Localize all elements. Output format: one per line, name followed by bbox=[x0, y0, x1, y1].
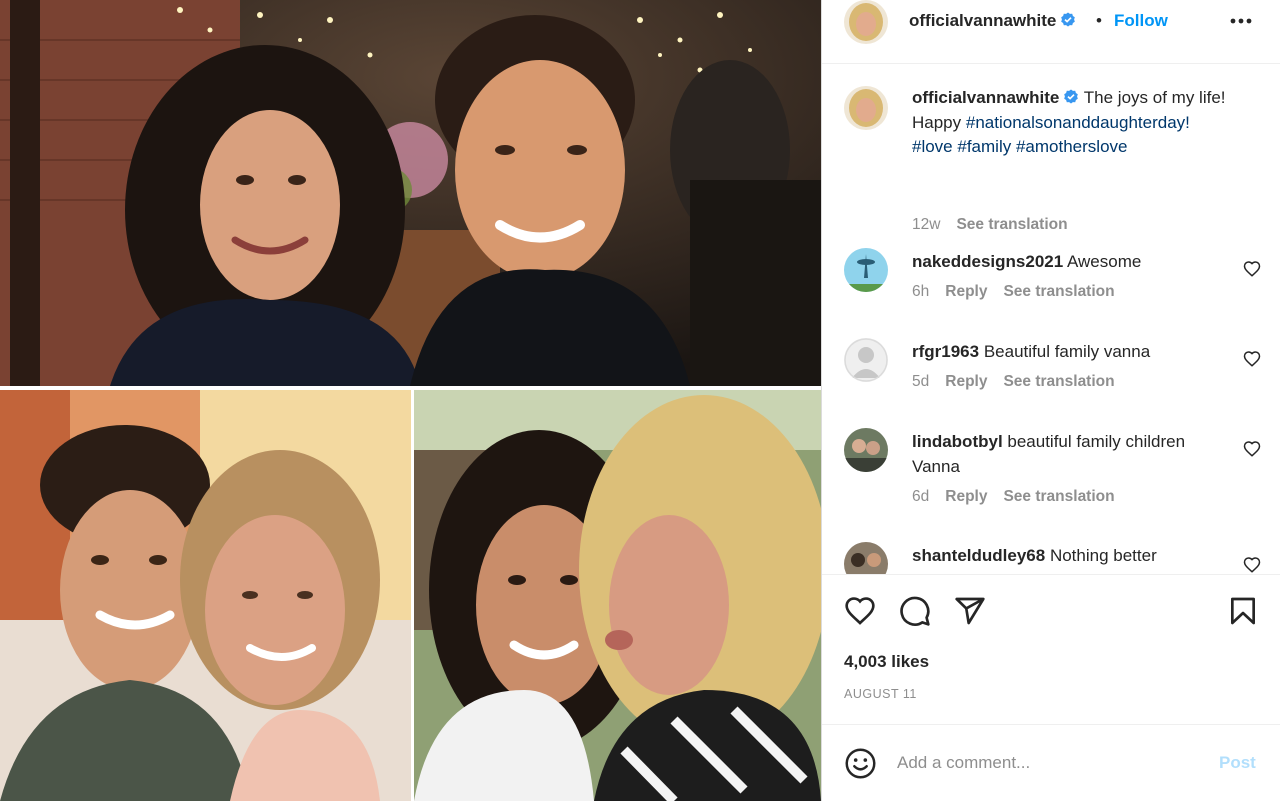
comment-time: 5d bbox=[912, 373, 930, 390]
reply-button[interactable]: Reply bbox=[945, 373, 987, 390]
comment-item: rfgr1963 Beautiful family vanna 5d Reply S… bbox=[822, 338, 1280, 408]
verified-badge-icon bbox=[1061, 12, 1076, 27]
heart-icon[interactable] bbox=[844, 595, 876, 627]
share-icon[interactable] bbox=[954, 595, 986, 627]
comment-meta: 5d Reply See translation bbox=[912, 373, 1131, 391]
comment-like-icon[interactable] bbox=[1243, 556, 1261, 574]
author-avatar[interactable] bbox=[844, 0, 888, 44]
see-translation-link[interactable]: See translation bbox=[1003, 373, 1114, 390]
author-username[interactable]: officialvannawhite bbox=[909, 11, 1076, 31]
comment-icon[interactable] bbox=[899, 595, 931, 627]
comment-text: shanteldudley68 Nothing better bbox=[912, 546, 1157, 565]
post-date: AUGUST 11 bbox=[844, 687, 917, 701]
more-options-icon[interactable] bbox=[1228, 8, 1254, 34]
photo-bottom-right bbox=[414, 390, 821, 801]
comment-text: rfgr1963 Beautiful family vanna bbox=[912, 342, 1151, 361]
bookmark-icon[interactable] bbox=[1227, 595, 1259, 627]
hashtag-link[interactable]: #amotherslove bbox=[1016, 137, 1128, 156]
photo-top bbox=[0, 0, 821, 386]
post-comment-button[interactable]: Post bbox=[1219, 753, 1256, 773]
caption-avatar[interactable] bbox=[844, 86, 888, 130]
emoji-icon[interactable] bbox=[844, 747, 877, 780]
post-side-panel: officialvannawhite • Follow officialvann… bbox=[821, 0, 1280, 801]
commenter-username[interactable]: rfgr1963 bbox=[912, 342, 979, 361]
comment-time: 6h bbox=[912, 283, 930, 300]
see-translation-link[interactable]: See translation bbox=[956, 216, 1067, 233]
reply-button[interactable]: Reply bbox=[945, 283, 987, 300]
verified-badge-icon bbox=[1064, 89, 1079, 104]
header-separator: • bbox=[1096, 11, 1102, 30]
comments-list[interactable]: officialvannawhite The joys of my life! … bbox=[822, 64, 1280, 574]
comment-item: shanteldudley68 Nothing better bbox=[822, 542, 1280, 574]
comment-meta: 6d Reply See translation bbox=[912, 488, 1131, 506]
post-header: officialvannawhite • Follow bbox=[822, 0, 1280, 64]
caption-time: 12w bbox=[912, 216, 941, 233]
caption-username[interactable]: officialvannawhite bbox=[912, 88, 1059, 107]
follow-button[interactable]: Follow bbox=[1114, 11, 1168, 31]
comment-item: nakeddesigns2021 Awesome 6h Reply See tran… bbox=[822, 248, 1280, 318]
commenter-avatar[interactable] bbox=[844, 338, 888, 382]
comment-time: 6d bbox=[912, 488, 930, 505]
comment-like-icon[interactable] bbox=[1243, 350, 1261, 368]
comment-text: nakeddesigns2021 Awesome bbox=[912, 252, 1142, 271]
photo-bottom-left bbox=[0, 390, 411, 801]
see-translation-link[interactable]: See translation bbox=[1003, 488, 1114, 505]
reply-button[interactable]: Reply bbox=[945, 488, 987, 505]
add-comment-bar: Post bbox=[822, 724, 1280, 801]
commenter-avatar[interactable] bbox=[844, 248, 888, 292]
comment-item: lindabotbyl beautiful family children Va… bbox=[822, 428, 1280, 524]
comment-input[interactable] bbox=[897, 749, 1197, 777]
post-media[interactable] bbox=[0, 0, 821, 801]
see-translation-link[interactable]: See translation bbox=[1003, 283, 1114, 300]
hashtag-link[interactable]: #family bbox=[957, 137, 1011, 156]
post-actions: 4,003 likes AUGUST 11 bbox=[822, 574, 1280, 724]
comment-meta: 6h Reply See translation bbox=[912, 283, 1131, 301]
commenter-username[interactable]: shanteldudley68 bbox=[912, 546, 1045, 565]
comment-like-icon[interactable] bbox=[1243, 260, 1261, 278]
caption-meta: 12w See translation bbox=[912, 216, 1084, 234]
comment-text: lindabotbyl beautiful family children Va… bbox=[912, 432, 1186, 476]
comment-like-icon[interactable] bbox=[1243, 440, 1261, 458]
commenter-username[interactable]: lindabotbyl bbox=[912, 432, 1003, 451]
commenter-username[interactable]: nakeddesigns2021 bbox=[912, 252, 1063, 271]
caption-text: officialvannawhite The joys of my life! … bbox=[912, 88, 1226, 156]
hashtag-link[interactable]: #nationalsonanddaughterday! bbox=[966, 113, 1190, 132]
commenter-avatar[interactable] bbox=[844, 428, 888, 472]
likes-count[interactable]: 4,003 likes bbox=[844, 652, 929, 672]
commenter-avatar[interactable] bbox=[844, 542, 888, 574]
caption: officialvannawhite The joys of my life! … bbox=[822, 86, 1280, 246]
hashtag-link[interactable]: #love bbox=[912, 137, 953, 156]
